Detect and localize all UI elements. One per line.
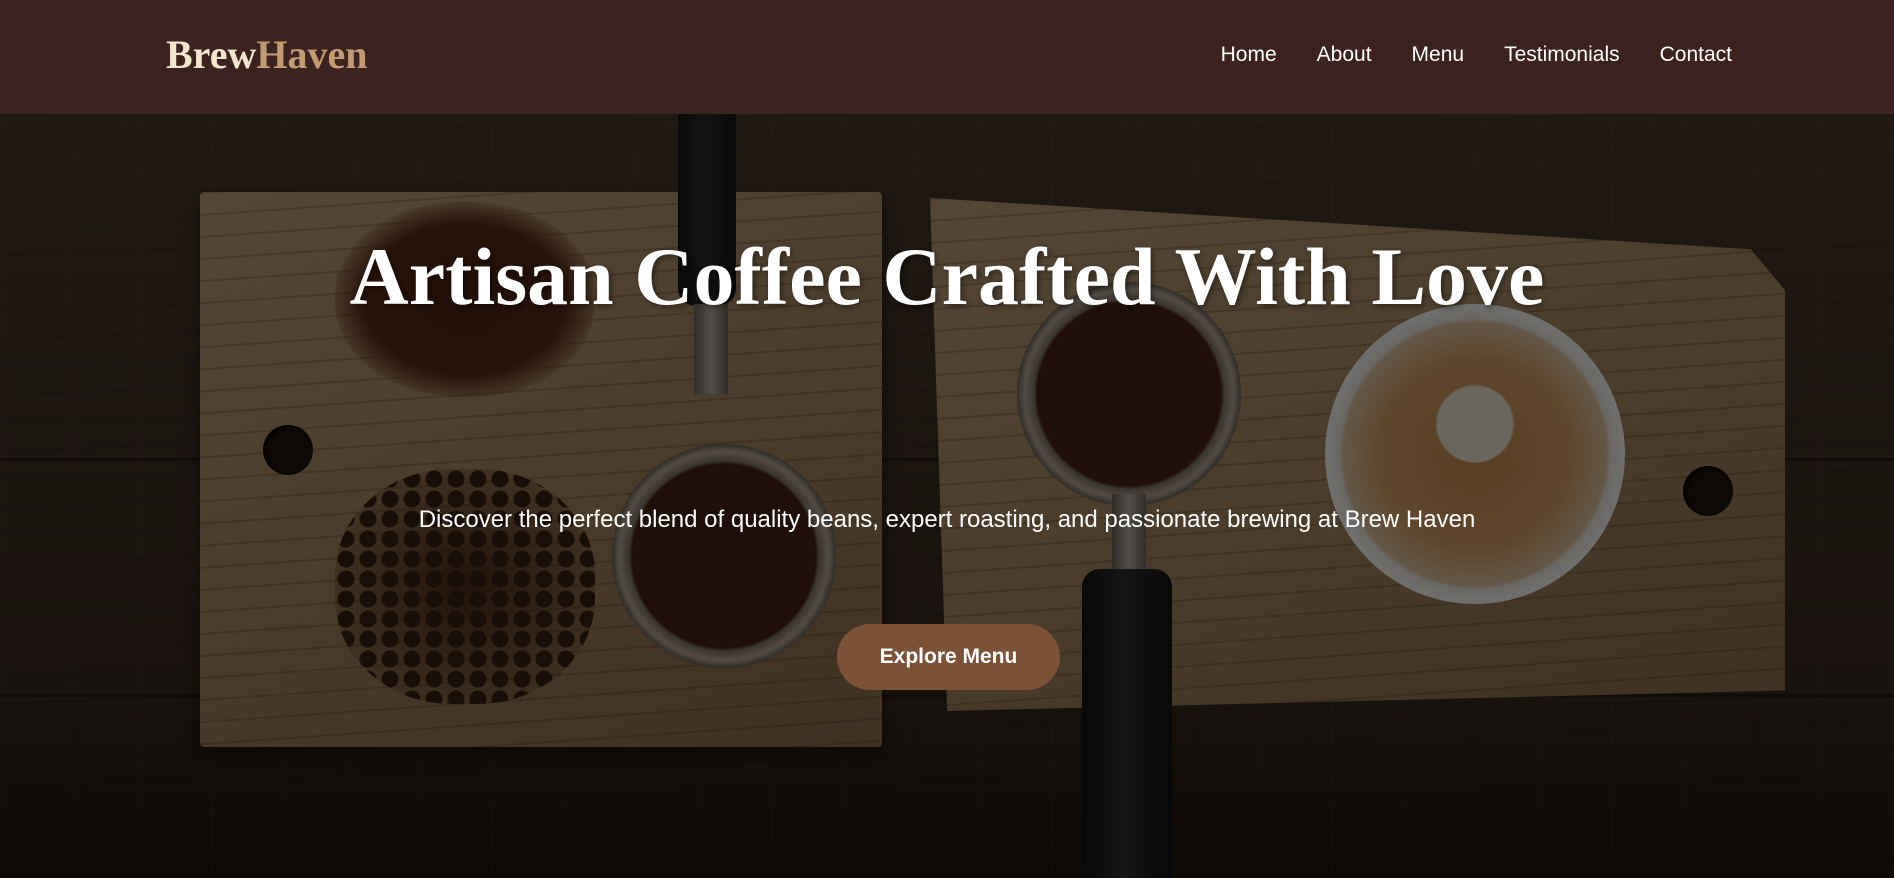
nav-link-about[interactable]: About [1317,43,1372,67]
brand-logo-primary: Brew [166,32,257,77]
navbar: BrewHaven Home About Menu Testimonials C… [0,0,1894,114]
nav-link-menu[interactable]: Menu [1412,43,1465,67]
page: BrewHaven Home About Menu Testimonials C… [0,0,1894,878]
hero-title: Artisan Coffee Crafted With Love [349,231,1545,322]
hero-subtitle: Discover the perfect blend of quality be… [418,506,1476,533]
brand-logo-accent: Haven [256,32,368,77]
main-nav: Home About Menu Testimonials Contact [1221,0,1732,110]
brand-logo[interactable]: BrewHaven [166,30,367,80]
nav-link-home[interactable]: Home [1221,43,1277,67]
nav-link-testimonials[interactable]: Testimonials [1504,43,1620,67]
nav-link-contact[interactable]: Contact [1660,43,1732,67]
explore-menu-button[interactable]: Explore Menu [837,624,1060,690]
